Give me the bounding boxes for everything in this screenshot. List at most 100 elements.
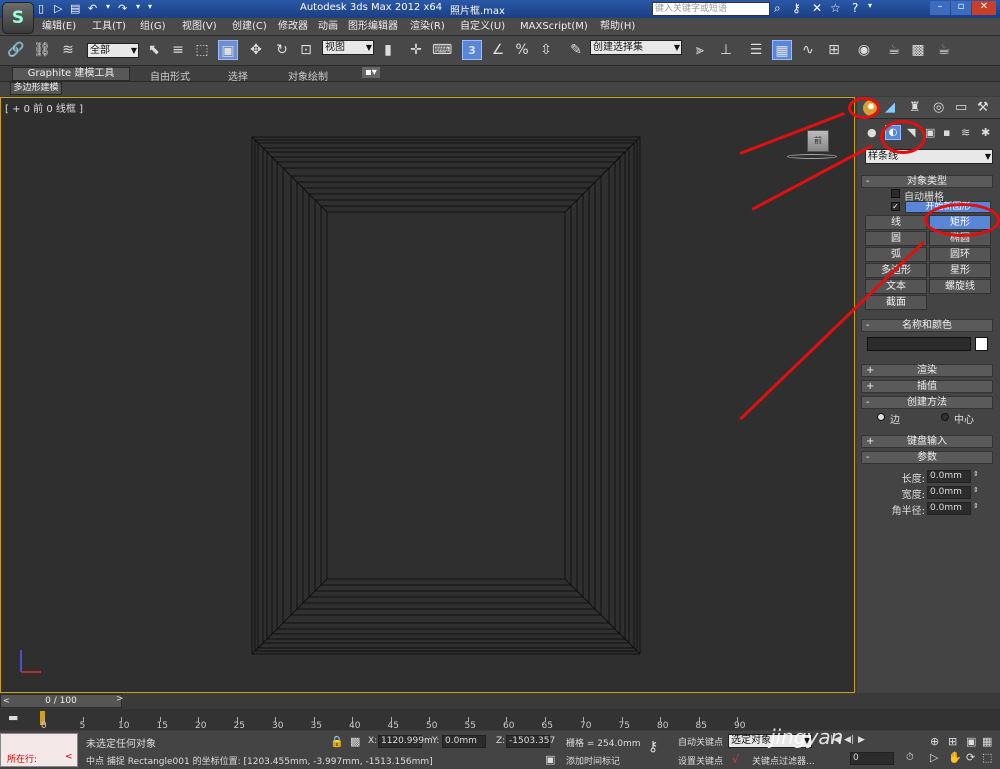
- close-button[interactable]: ✕: [972, 1, 996, 15]
- rendering-rollout-header[interactable]: + 渲染: [861, 364, 993, 377]
- object-color-swatch[interactable]: [975, 337, 988, 351]
- object-name-input[interactable]: [867, 337, 971, 351]
- creation-method-rollout-header[interactable]: - 创建方法: [861, 396, 993, 409]
- auto-grid-checkbox[interactable]: [891, 189, 900, 198]
- selection-lock-icon[interactable]: 🔒: [330, 735, 344, 748]
- graphite-toggle-icon[interactable]: ▦: [772, 40, 792, 60]
- viewcube[interactable]: 前: [807, 130, 829, 152]
- menu-graph-editors[interactable]: 图形编辑器: [348, 20, 398, 34]
- selection-filter-dropdown[interactable]: 全部 ▼: [87, 43, 139, 58]
- zoom-all-icon[interactable]: ⊞: [948, 735, 957, 748]
- auto-key-button[interactable]: 自动关键点: [678, 735, 723, 748]
- tab-object-paint[interactable]: 对象绘制: [288, 68, 328, 83]
- menu-group[interactable]: 组(G): [140, 20, 166, 34]
- keyboard-shortcut-icon[interactable]: ⌨: [432, 40, 452, 60]
- angle-snap-icon[interactable]: ∠: [488, 40, 508, 60]
- modify-tab-icon[interactable]: ◢: [885, 100, 895, 115]
- new-file-icon[interactable]: ▯: [38, 2, 44, 15]
- line-button[interactable]: 线: [865, 215, 927, 230]
- corner-radius-spinner[interactable]: 0.0mm: [927, 502, 971, 515]
- shape-category-dropdown[interactable]: 样条线 ▼: [865, 149, 993, 164]
- key-filters-button[interactable]: 关键点过滤器...: [752, 754, 815, 767]
- menu-maxscript[interactable]: MAXScript(M): [520, 20, 588, 34]
- zoom-extents-all-icon[interactable]: ▦: [982, 735, 992, 748]
- y-coordinate-field[interactable]: 0.0mm: [442, 735, 486, 748]
- search-icon[interactable]: ⌕: [774, 1, 781, 16]
- maxscript-listener[interactable]: 所在行: <: [0, 733, 78, 767]
- favorites-icon[interactable]: ☆: [830, 1, 841, 15]
- pivot-center-icon[interactable]: ▮: [378, 40, 398, 60]
- width-spinner[interactable]: 0.0mm: [927, 486, 971, 499]
- menu-help[interactable]: 帮助(H): [600, 20, 635, 34]
- mirror-icon[interactable]: ⫸: [690, 40, 710, 60]
- render-production-icon[interactable]: ☕: [934, 40, 954, 60]
- circle-button[interactable]: 圆: [865, 231, 927, 246]
- percent-snap-icon[interactable]: %: [512, 40, 532, 60]
- systems-icon[interactable]: ✱: [981, 126, 990, 139]
- absolute-mode-icon[interactable]: ▩: [350, 735, 360, 748]
- wrench-icon[interactable]: ✕: [812, 1, 822, 15]
- align-icon[interactable]: ⊥: [716, 40, 736, 60]
- display-tab-icon[interactable]: ▭: [955, 100, 967, 115]
- spinner-arrows-icon[interactable]: ⇕: [973, 470, 979, 478]
- length-spinner[interactable]: 0.0mm: [927, 470, 971, 483]
- key-mode-icon[interactable]: √: [732, 753, 739, 766]
- name-color-rollout-header[interactable]: - 名称和颜色: [861, 319, 993, 332]
- edge-radio[interactable]: [877, 413, 885, 421]
- snaps-toggle-icon[interactable]: 3: [462, 40, 482, 60]
- restore-button[interactable]: ▫: [951, 1, 971, 15]
- donut-button[interactable]: 圆环: [929, 247, 991, 262]
- bind-space-warp-icon[interactable]: ≋: [58, 40, 78, 60]
- undo-icon[interactable]: ↶: [88, 2, 97, 15]
- menu-customize[interactable]: 自定义(U): [460, 20, 505, 34]
- helix-button[interactable]: 螺旋线: [929, 279, 991, 294]
- menu-views[interactable]: 视图(V): [182, 20, 217, 34]
- pan-icon[interactable]: ✋: [948, 751, 962, 764]
- center-radio[interactable]: [941, 413, 949, 421]
- play-icon[interactable]: ▶: [858, 735, 865, 745]
- current-frame-field[interactable]: 0: [850, 752, 894, 765]
- listener-arrow-icon[interactable]: <: [65, 752, 73, 762]
- menu-edit[interactable]: 编辑(E): [42, 20, 76, 34]
- ribbon-options-icon[interactable]: ▪▾: [362, 67, 380, 78]
- helpers-icon[interactable]: ▪: [943, 126, 950, 139]
- menu-tools[interactable]: 工具(T): [92, 20, 126, 34]
- motion-tab-icon[interactable]: ◎: [933, 100, 944, 115]
- z-coordinate-field[interactable]: -1503.357: [506, 735, 555, 748]
- selection-region-icon[interactable]: ⬚: [192, 40, 212, 60]
- menu-animation[interactable]: 动画: [318, 20, 338, 34]
- help-dropdown-icon[interactable]: ▾: [868, 1, 872, 10]
- track-bar[interactable]: [0, 709, 1000, 730]
- geometry-icon[interactable]: ●: [867, 126, 877, 139]
- select-rotate-icon[interactable]: ↻: [272, 40, 292, 60]
- prev-frame-icon[interactable]: <: [3, 695, 10, 707]
- cameras-icon[interactable]: ▣: [925, 126, 935, 139]
- parameters-rollout-header[interactable]: - 参数: [861, 451, 993, 464]
- zoom-icon[interactable]: ⊕: [930, 735, 939, 748]
- select-scale-icon[interactable]: ⊡: [296, 40, 316, 60]
- material-editor-icon[interactable]: ◉: [854, 40, 874, 60]
- next-frame-icon[interactable]: >: [116, 694, 124, 704]
- section-button[interactable]: 截面: [865, 295, 927, 310]
- link-icon[interactable]: 🔗: [6, 40, 26, 60]
- spinner-arrows-icon[interactable]: ⇕: [973, 486, 979, 494]
- save-icon[interactable]: ▤: [70, 2, 80, 15]
- set-key-icon[interactable]: ⚷: [648, 739, 658, 755]
- add-time-tag-button[interactable]: 添加时间标记: [566, 754, 620, 767]
- tab-graphite-modeling[interactable]: Graphite 建模工具: [12, 67, 130, 81]
- viewcube-ring[interactable]: [787, 154, 837, 159]
- select-move-icon[interactable]: ✥: [246, 40, 266, 60]
- set-key-button[interactable]: 设置关键点: [678, 754, 723, 767]
- star-button[interactable]: 星形: [929, 263, 991, 278]
- menu-create[interactable]: 创建(C): [232, 20, 267, 34]
- menu-rendering[interactable]: 渲染(R): [410, 20, 445, 34]
- utilities-tab-icon[interactable]: ⚒: [977, 100, 989, 115]
- minimize-button[interactable]: –: [930, 1, 950, 15]
- object-type-rollout-header[interactable]: - 对象类型: [861, 175, 993, 188]
- window-crossing-icon[interactable]: ▣: [218, 40, 238, 60]
- maximize-viewport-icon[interactable]: ⬚: [982, 751, 992, 764]
- start-new-shape-checkbox[interactable]: ✓: [891, 202, 900, 211]
- curve-editor-icon[interactable]: ∿: [798, 40, 818, 60]
- select-by-name-icon[interactable]: ≡: [168, 40, 188, 60]
- app-logo-button[interactable]: S: [2, 2, 34, 34]
